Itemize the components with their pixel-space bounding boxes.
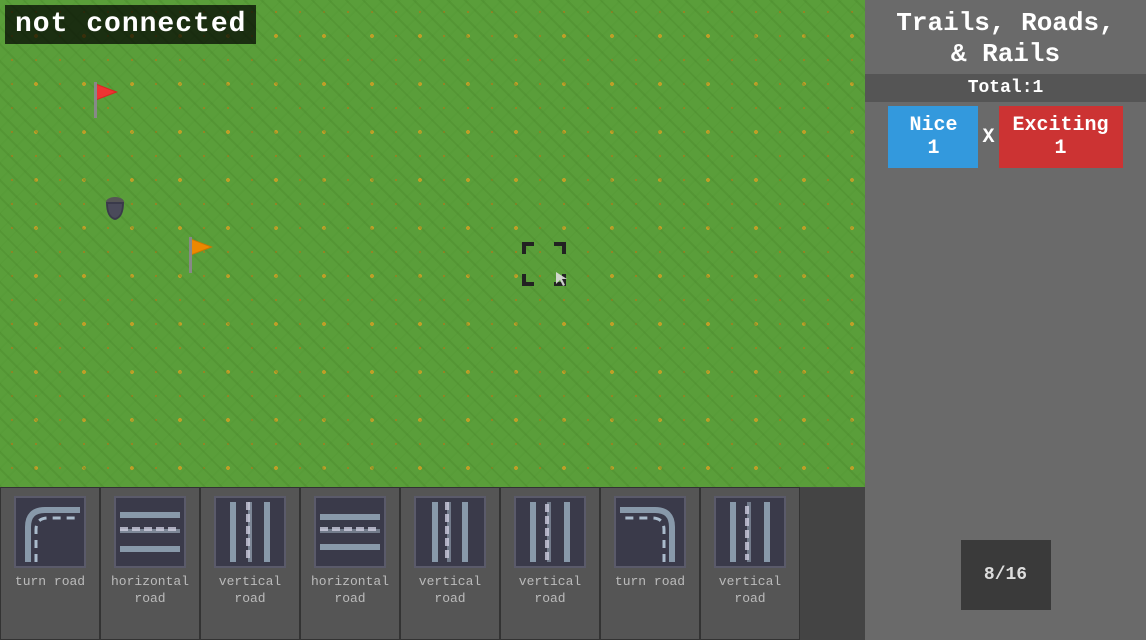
flag-orange (183, 237, 219, 277)
vertical-road-icon-3 (520, 502, 580, 562)
right-panel: Trails, Roads, & Rails Total:1 Nice 1 X … (865, 0, 1146, 640)
score-exciting-box: Exciting 1 (999, 106, 1123, 168)
not-connected-label: not connected (5, 5, 256, 44)
tool-icon-vertical-road-3 (514, 496, 586, 568)
total-value: 1 (1033, 78, 1044, 98)
acorn-icon (102, 192, 128, 224)
vertical-road-icon-1 (220, 502, 280, 562)
horizontal-road-icon-1 (120, 502, 180, 562)
tool-icon-turn-road-2 (614, 496, 686, 568)
tool-icon-horizontal-road-1 (114, 496, 186, 568)
nice-label: Nice (902, 114, 964, 137)
page-count-box: 8/16 (961, 540, 1051, 610)
tool-turn-road-2[interactable]: turn road (600, 487, 700, 640)
game-canvas[interactable]: not connected (0, 0, 865, 487)
tool-label-horizontal-road-2: horizontal road (305, 574, 395, 608)
tool-icon-vertical-road-2 (414, 496, 486, 568)
tool-horizontal-road-1[interactable]: horizontal road (100, 487, 200, 640)
panel-total: Total:1 (865, 74, 1146, 102)
tool-icon-vertical-road-4 (714, 496, 786, 568)
horizontal-road-icon-2 (320, 502, 380, 562)
leaf-overlay (0, 0, 865, 487)
tool-turn-road-1[interactable]: turn road (0, 487, 100, 640)
tool-label-turn-road-2: turn road (615, 574, 685, 591)
exciting-value: 1 (1013, 137, 1109, 160)
main-area: not connected (0, 0, 1146, 640)
tool-icon-vertical-road-1 (214, 496, 286, 568)
turn-road-icon-2 (620, 502, 680, 562)
vertical-road-icon-4 (720, 502, 780, 562)
page-count-area: 8/16 (961, 168, 1051, 640)
tool-vertical-road-4[interactable]: vertical road (700, 487, 800, 640)
tool-label-turn-road-1: turn road (15, 574, 85, 591)
exciting-label: Exciting (1013, 114, 1109, 137)
tool-icon-horizontal-road-2 (314, 496, 386, 568)
tool-label-horizontal-road-1: horizontal road (105, 574, 195, 608)
vertical-road-icon-2 (420, 502, 480, 562)
tool-vertical-road-1[interactable]: vertical road (200, 487, 300, 640)
tool-vertical-road-2[interactable]: vertical road (400, 487, 500, 640)
page-count-text: 8/16 (984, 565, 1027, 585)
total-label: Total: (968, 78, 1033, 98)
tool-horizontal-road-2[interactable]: horizontal road (300, 487, 400, 640)
flag-red (88, 82, 124, 122)
tool-label-vertical-road-2: vertical road (405, 574, 495, 608)
tool-icon-turn-road-1 (14, 496, 86, 568)
turn-road-icon-1 (20, 502, 80, 562)
score-x-label: X (982, 126, 994, 149)
score-row: Nice 1 X Exciting 1 (865, 106, 1146, 168)
bottom-toolbar: turn road (0, 487, 865, 640)
tool-vertical-road-3[interactable]: vertical road (500, 487, 600, 640)
score-nice-box: Nice 1 (888, 106, 978, 168)
tool-label-vertical-road-1: vertical road (205, 574, 295, 608)
tool-label-vertical-road-4: vertical road (705, 574, 795, 608)
panel-title: Trails, Roads, & Rails (886, 0, 1124, 74)
tool-label-vertical-road-3: vertical road (505, 574, 595, 608)
nice-value: 1 (902, 137, 964, 160)
selection-cursor (520, 240, 568, 288)
